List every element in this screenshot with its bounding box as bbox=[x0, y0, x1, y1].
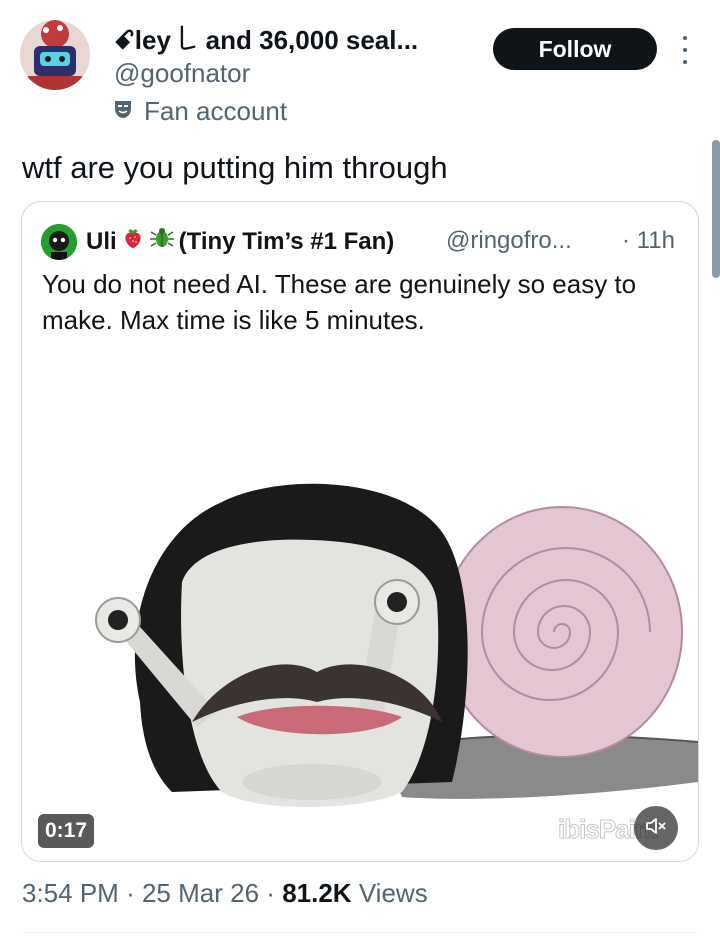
author-handle[interactable]: @goofnator bbox=[114, 58, 250, 89]
fan-account-label: Fan account bbox=[112, 96, 287, 127]
theater-mask-icon bbox=[112, 98, 134, 125]
tweet-metadata: 3:54 PM · 25 Mar 26 · 81.2K Views bbox=[22, 878, 428, 909]
views-count: 81.2K bbox=[282, 878, 352, 908]
more-vertical-icon[interactable] bbox=[674, 36, 696, 64]
tweet-date[interactable]: 25 Mar 26 bbox=[142, 878, 259, 908]
mute-button[interactable] bbox=[634, 806, 678, 850]
tweet-time[interactable]: 3:54 PM bbox=[22, 878, 119, 908]
video-duration: 0:17 bbox=[38, 814, 94, 848]
tweet-text: wtf are you putting him through bbox=[22, 150, 448, 185]
author-avatar[interactable] bbox=[20, 20, 90, 90]
quoted-author-name[interactable]: Uli (Tiny Tim’s #1 Fan) bbox=[86, 226, 394, 257]
speaker-muted-icon bbox=[644, 814, 668, 843]
views-label: Views bbox=[358, 878, 428, 908]
fan-account-text: Fan account bbox=[144, 96, 288, 126]
quoted-name-end: (Tiny Tim’s #1 Fan) bbox=[178, 227, 395, 255]
tweet-header: ꗃley ꒒ and 36,000 seal... @goofnator Fan… bbox=[0, 0, 720, 140]
quoted-tweet-text: You do not need AI. These are genuinely … bbox=[42, 269, 637, 335]
meta-separator: · bbox=[266, 878, 275, 908]
quoted-tweet[interactable]: Uli (Tiny Tim’s #1 Fan) @ringofro... · 1… bbox=[21, 201, 699, 862]
quoted-author-handle[interactable]: @ringofro... bbox=[446, 227, 572, 255]
video-frame bbox=[95, 483, 698, 807]
quoted-author-avatar[interactable] bbox=[41, 224, 77, 260]
strawberry-icon bbox=[121, 226, 145, 257]
beetle-icon bbox=[149, 226, 175, 257]
scrollbar[interactable] bbox=[712, 140, 720, 278]
author-display-name[interactable]: ꗃley ꒒ and 36,000 seal... bbox=[114, 22, 418, 57]
video-player[interactable] bbox=[22, 372, 698, 861]
follow-button[interactable]: Follow bbox=[493, 28, 657, 70]
divider bbox=[22, 932, 698, 933]
quoted-name-start: Uli bbox=[86, 227, 117, 255]
meta-separator: · bbox=[126, 878, 135, 908]
quoted-timestamp[interactable]: · 11h bbox=[622, 227, 675, 255]
